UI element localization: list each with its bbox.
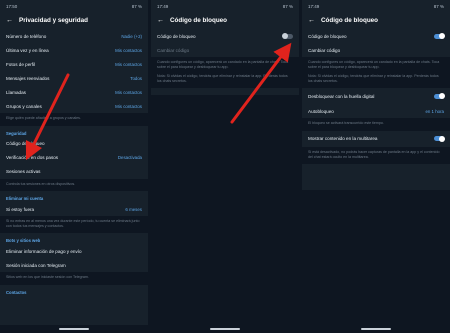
row-label: Número de teléfono bbox=[6, 33, 47, 39]
page-title: Código de bloqueo bbox=[170, 17, 228, 24]
row-label: Grupos y canales bbox=[6, 103, 42, 109]
row-label: Código de bloqueo bbox=[6, 141, 45, 147]
lock-code-hint: Cuando configures un código, aparecerá u… bbox=[151, 57, 299, 75]
page-title: Privacidad y seguridad bbox=[19, 17, 88, 24]
battery-indicator: 87 % bbox=[433, 3, 444, 9]
row-label: Autobloqueo bbox=[308, 108, 334, 114]
app-bar: ← Código de bloqueo bbox=[302, 12, 450, 29]
bots-header: Bots y sitios web bbox=[6, 238, 41, 244]
back-arrow-icon[interactable]: ← bbox=[308, 17, 315, 24]
battery-indicator: 87 % bbox=[131, 3, 142, 9]
change-code-item[interactable]: Cambiar código bbox=[302, 43, 450, 57]
privacy-row-phone[interactable]: Número de teléfono Nadie (+2) bbox=[0, 29, 148, 43]
empty-background bbox=[302, 190, 450, 325]
lock-code-screen-on: 17:49 87 % ← Código de bloqueo Código de… bbox=[302, 0, 450, 333]
row-value: Desactivada bbox=[117, 155, 142, 161]
row-label: Llamadas bbox=[6, 89, 26, 95]
row-label: Mostrar contenido en la multitarea bbox=[308, 136, 378, 142]
row-label: Código de bloqueo bbox=[157, 33, 196, 39]
home-indicator[interactable] bbox=[361, 328, 391, 330]
status-bar: 17:49 87 % bbox=[151, 0, 299, 12]
switch-knob bbox=[439, 93, 445, 100]
row-label: Si estoy fuera bbox=[6, 206, 35, 212]
clear-payment-item[interactable]: Eliminar información de pago y envío bbox=[0, 244, 148, 258]
row-value: Todos bbox=[130, 75, 142, 81]
row-value: Mis contactos bbox=[115, 89, 142, 95]
switch-knob bbox=[282, 33, 288, 39]
row-label: Última vez y en línea bbox=[6, 47, 49, 53]
row-value: Nadie (+2) bbox=[121, 33, 142, 39]
row-label: Eliminar información de pago y envío bbox=[6, 248, 82, 254]
switch-knob bbox=[439, 135, 445, 142]
battery-indicator: 87 % bbox=[282, 3, 293, 9]
row-label: Sesión iniciada con Telegram bbox=[6, 262, 66, 268]
row-value: Mis contactos bbox=[115, 103, 142, 109]
back-arrow-icon[interactable]: ← bbox=[157, 17, 164, 24]
row-label: Código de bloqueo bbox=[308, 33, 347, 39]
multitask-switch[interactable] bbox=[434, 135, 445, 142]
multitask-toggle-row[interactable]: Mostrar contenido en la multitarea bbox=[302, 131, 450, 147]
away-period-item[interactable]: Si estoy fuera 6 meses bbox=[0, 202, 148, 216]
privacy-screen: 17:50 87 % ← Privacidad y seguridad Núme… bbox=[0, 0, 148, 333]
privacy-row-groups[interactable]: Grupos y canales Mis contactos bbox=[0, 99, 148, 113]
lock-code-toggle-row[interactable]: Código de bloqueo bbox=[302, 29, 450, 43]
autolock-item[interactable]: Autobloqueo en 1 hora bbox=[302, 104, 450, 118]
status-time: 17:50 bbox=[6, 3, 18, 9]
navigation-bar bbox=[0, 325, 148, 333]
privacy-row-forwarded[interactable]: Mensajes reenviados Todos bbox=[0, 71, 148, 85]
lock-code-switch[interactable] bbox=[434, 33, 445, 39]
lock-code-hint: Cuando configures un código, aparecerá u… bbox=[302, 57, 450, 75]
navigation-bar bbox=[151, 325, 299, 333]
sessions-hint: Controla tus sesiones en otros dispositi… bbox=[0, 178, 148, 192]
fingerprint-toggle-row[interactable]: Desbloquear con la huella digital bbox=[302, 88, 450, 104]
lock-code-item[interactable]: Código de bloqueo bbox=[0, 137, 148, 151]
page-title: Código de bloqueo bbox=[321, 17, 379, 24]
row-label: Verificación en dos pasos bbox=[6, 155, 59, 161]
groups-hint: Elige quién puede añadirte a grupos y ca… bbox=[0, 113, 148, 126]
row-label: Cambiar código bbox=[157, 47, 190, 53]
privacy-row-last-seen[interactable]: Última vez y en línea Mis contactos bbox=[0, 43, 148, 57]
websites-hint: Sitios web en los que iniciaste sesión c… bbox=[0, 272, 148, 285]
switch-knob bbox=[439, 33, 445, 39]
contacts-header: Contactos bbox=[6, 289, 27, 295]
lock-code-toggle-row[interactable]: Código de bloqueo bbox=[151, 29, 299, 43]
home-indicator[interactable] bbox=[59, 328, 89, 330]
delete-hint: Si no entras en al menos una vez durante… bbox=[0, 216, 148, 234]
row-label: Sesiones activas bbox=[6, 169, 41, 175]
app-bar: ← Privacidad y seguridad bbox=[0, 12, 148, 29]
fingerprint-switch[interactable] bbox=[434, 93, 445, 100]
active-sessions-item[interactable]: Sesiones activas bbox=[0, 165, 148, 179]
multitask-hint: Si está desactivado, no podrás hacer cap… bbox=[302, 146, 450, 165]
two-step-item[interactable]: Verificación en dos pasos Desactivada bbox=[0, 151, 148, 165]
lock-code-note: Nota: Si olvidas el código, tendrás que … bbox=[151, 74, 299, 89]
security-header: Seguridad bbox=[6, 130, 27, 136]
app-bar: ← Código de bloqueo bbox=[151, 12, 299, 29]
change-code-item[interactable]: Cambiar código bbox=[151, 43, 299, 57]
status-time: 17:49 bbox=[308, 3, 320, 9]
row-label: Fotos de perfil bbox=[6, 61, 36, 67]
navigation-bar bbox=[302, 325, 450, 333]
lock-code-switch[interactable] bbox=[282, 33, 293, 39]
telegram-login-item[interactable]: Sesión iniciada con Telegram bbox=[0, 258, 148, 272]
lock-code-screen-off: 17:49 87 % ← Código de bloqueo Código de… bbox=[151, 0, 299, 333]
status-bar: 17:50 87 % bbox=[0, 0, 148, 12]
row-value: Mis contactos bbox=[115, 47, 142, 53]
row-value: Mis contactos bbox=[115, 61, 142, 67]
privacy-list: Número de teléfono Nadie (+2) Última vez… bbox=[0, 29, 148, 113]
delete-account-header: Eliminar mi cuenta bbox=[6, 196, 44, 202]
row-label: Desbloquear con la huella digital bbox=[308, 93, 375, 99]
back-arrow-icon[interactable]: ← bbox=[6, 17, 13, 24]
status-time: 17:49 bbox=[157, 3, 169, 9]
row-label: Cambiar código bbox=[308, 47, 341, 53]
home-indicator[interactable] bbox=[210, 328, 240, 330]
autolock-hint: El bloqueo se activará transcurrido este… bbox=[302, 118, 450, 131]
lock-code-note: Nota: Si olvidas el código, tendrás que … bbox=[302, 74, 450, 89]
empty-background bbox=[151, 95, 299, 325]
privacy-row-profile-photos[interactable]: Fotos de perfil Mis contactos bbox=[0, 57, 148, 71]
status-bar: 17:49 87 % bbox=[302, 0, 450, 12]
privacy-row-calls[interactable]: Llamadas Mis contactos bbox=[0, 85, 148, 99]
row-value: en 1 hora bbox=[425, 108, 444, 114]
row-label: Mensajes reenviados bbox=[6, 75, 50, 81]
row-value: 6 meses bbox=[125, 206, 142, 212]
